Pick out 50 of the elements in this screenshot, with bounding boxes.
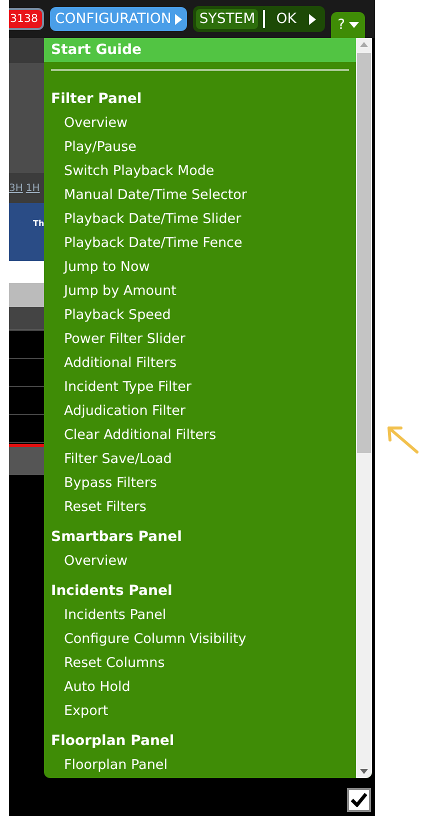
menu-item[interactable]: Clear Additional Filters — [44, 423, 356, 447]
section-heading: Filter Panel — [50, 90, 143, 108]
menu-item[interactable]: Export — [44, 699, 356, 723]
menu-item[interactable]: Playback Speed — [44, 303, 356, 327]
section-heading: Floorplan Panel — [50, 732, 176, 750]
checkbox[interactable] — [347, 788, 371, 812]
menu-item[interactable]: Auto Hold — [44, 675, 356, 699]
menu-item[interactable]: Overview — [44, 549, 356, 573]
panel-divider-strip — [9, 261, 44, 283]
panel-header — [9, 307, 44, 329]
start-guide-item[interactable]: Start Guide — [44, 38, 356, 62]
menu-item[interactable]: Incidents Panel — [44, 603, 356, 627]
menu-item[interactable]: Incident Type Filter — [44, 375, 356, 399]
menu-item[interactable]: Reset Filters — [44, 495, 356, 519]
menu-item[interactable]: Overview — [44, 111, 356, 135]
help-button[interactable]: ? — [331, 12, 366, 38]
menu-item[interactable]: Jump to Now — [44, 255, 356, 279]
menu-item[interactable]: Filter Save/Load — [44, 447, 356, 471]
configuration-button[interactable]: CONFIGURATION — [50, 7, 188, 31]
menu-item[interactable]: Floorplan Panel — [44, 753, 356, 777]
menu-item[interactable]: Jump by Amount — [44, 279, 356, 303]
caret-down-icon — [349, 22, 360, 28]
panel-header — [9, 38, 44, 63]
panel-footer — [9, 447, 44, 475]
menu-item[interactable]: Play/Pause — [44, 135, 356, 159]
alarm-count-badge[interactable]: 3138 — [9, 8, 44, 30]
time-range-link[interactable]: 3H — [9, 180, 23, 196]
menu-item[interactable]: Reset Columns — [44, 651, 356, 675]
menu-item[interactable]: Switch Playback Mode — [44, 159, 356, 183]
status-text: OK — [276, 10, 296, 28]
scroll-up-icon — [360, 42, 368, 47]
section-heading: Incidents Panel — [50, 582, 174, 600]
scroll-track — [9, 283, 44, 307]
menu-item[interactable]: Adjudication Filter — [44, 399, 356, 423]
system-button[interactable]: SYSTEM — [196, 9, 258, 29]
menu-item[interactable]: Power Filter Slider — [44, 327, 356, 351]
menu-item[interactable]: Configure Column Visibility — [44, 627, 356, 651]
day-label: Th — [33, 219, 44, 228]
timeline-marker-line — [9, 444, 44, 447]
time-range-link[interactable]: 1H — [26, 180, 40, 196]
menu-item[interactable]: Bypass Filters — [44, 471, 356, 495]
menu-item[interactable]: Playback Date/Time Slider — [44, 207, 356, 231]
scroll-down-icon — [360, 769, 368, 774]
menu-item[interactable]: Playback Date/Time Fence — [44, 231, 356, 255]
menu-item[interactable]: Additional Filters — [44, 351, 356, 375]
caret-right-icon — [175, 14, 182, 24]
checkmark-icon — [351, 793, 367, 807]
caret-right-icon — [309, 14, 316, 24]
menu-item[interactable]: Manual Date/Time Selector — [44, 183, 356, 207]
section-heading: Smartbars Panel — [50, 528, 183, 546]
